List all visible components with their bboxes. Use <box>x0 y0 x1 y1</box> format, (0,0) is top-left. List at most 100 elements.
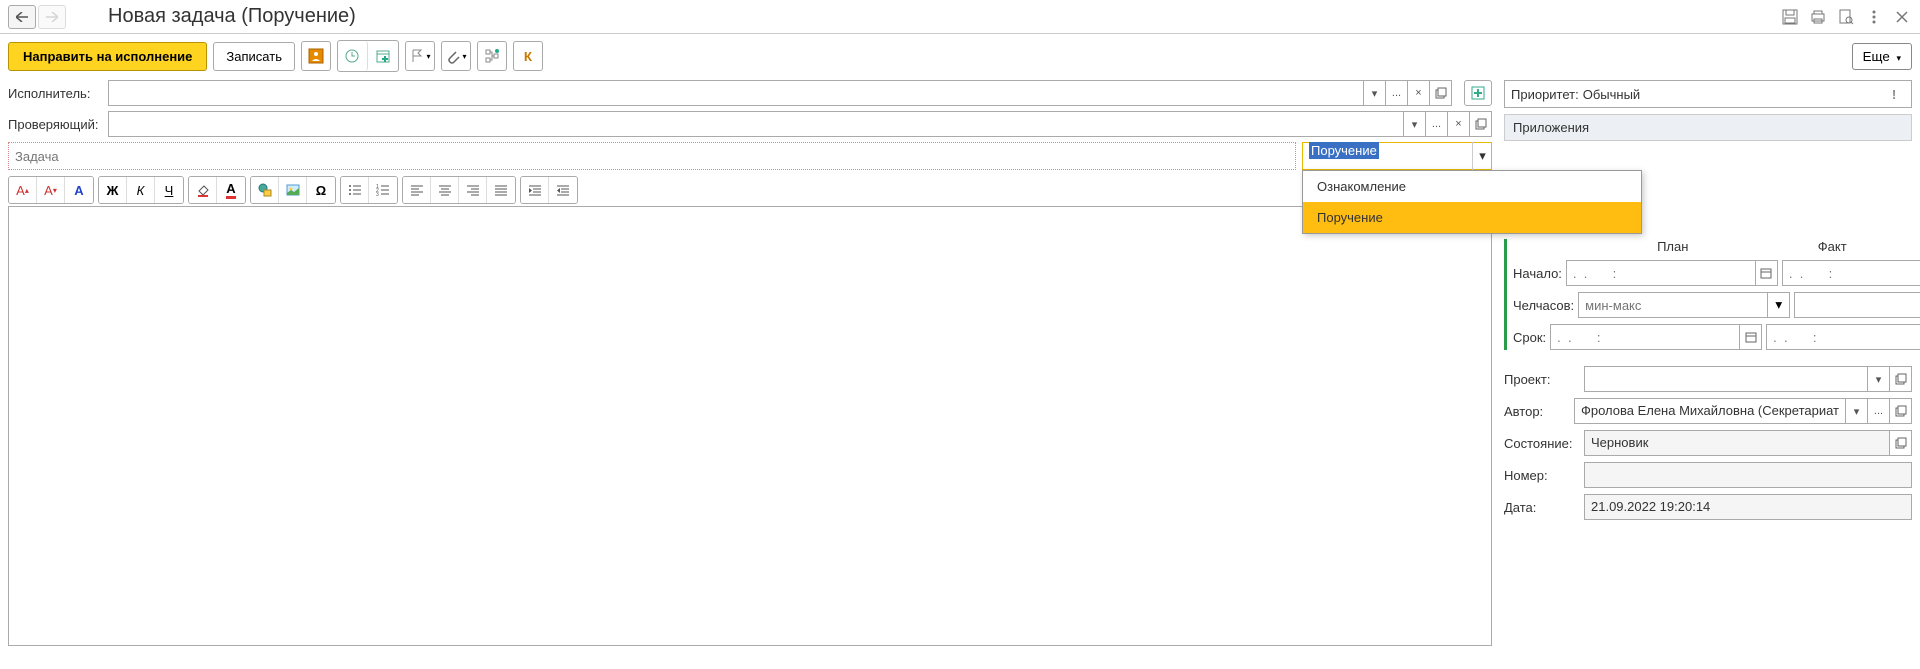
align-left-button[interactable] <box>403 177 431 203</box>
type-input[interactable]: Поручение <box>1302 142 1492 170</box>
hours-plan-input[interactable] <box>1578 292 1768 318</box>
author-dropdown-button[interactable]: ▾ <box>1846 398 1868 424</box>
nav-back-button[interactable] <box>8 5 36 29</box>
executor-open-button[interactable] <box>1430 80 1452 106</box>
outdent-button[interactable] <box>549 177 577 203</box>
italic-button[interactable]: К <box>127 177 155 203</box>
indent-button[interactable] <box>521 177 549 203</box>
hours-plan-dropdown-button[interactable]: ▾ <box>1768 292 1790 318</box>
font-default-button[interactable]: A <box>65 177 93 203</box>
align-center-button[interactable] <box>431 177 459 203</box>
hours-row: Челчасов: ▾ <box>1513 292 1912 318</box>
number-list-button[interactable]: 123 <box>369 177 397 203</box>
state-input: Черновик <box>1584 430 1890 456</box>
author-select-button[interactable]: ... <box>1868 398 1890 424</box>
open-icon <box>1475 118 1487 130</box>
hours-fact-input[interactable] <box>1794 292 1920 318</box>
reviewer-label: Проверяющий: <box>8 117 108 132</box>
executor-input[interactable] <box>108 80 1364 106</box>
save-disk-icon[interactable] <box>1780 7 1800 27</box>
type-dropdown: Ознакомление Поручение <box>1302 170 1642 234</box>
insert-symbol-button[interactable]: Ω <box>307 177 335 203</box>
state-open-button[interactable] <box>1890 430 1912 456</box>
type-option-assignment[interactable]: Поручение <box>1303 202 1641 233</box>
project-label: Проект: <box>1504 372 1584 387</box>
address-book-button[interactable] <box>301 41 331 71</box>
main-toolbar: Направить на исполнение Записать ▾ ▾ К Е… <box>0 34 1920 78</box>
task-input[interactable] <box>8 142 1296 170</box>
author-input[interactable]: Фролова Елена Михайловна (Секретариат <box>1574 398 1846 424</box>
bullet-list-button[interactable] <box>341 177 369 203</box>
tree-button[interactable] <box>477 41 507 71</box>
align-justify-icon <box>494 184 508 196</box>
author-open-button[interactable] <box>1890 398 1912 424</box>
deadline-plan-calendar-button[interactable] <box>1740 324 1762 350</box>
attach-button[interactable]: ▾ <box>441 41 471 71</box>
task-row: Поручение ▾ Ознакомление Поручение <box>8 142 1492 170</box>
arrow-right-icon <box>46 12 58 22</box>
editor-area[interactable] <box>8 206 1492 646</box>
type-select[interactable]: Поручение ▾ Ознакомление Поручение <box>1302 142 1492 170</box>
bullet-list-icon <box>348 183 362 197</box>
start-row: Начало: <box>1513 260 1912 286</box>
search-page-icon[interactable] <box>1836 7 1856 27</box>
print-icon[interactable] <box>1808 7 1828 27</box>
deadline-fact-input[interactable] <box>1766 324 1920 350</box>
open-icon <box>1435 87 1447 99</box>
reviewer-input[interactable] <box>108 111 1404 137</box>
deadline-label: Срок: <box>1513 330 1546 345</box>
attachments-header: Приложения <box>1504 114 1912 141</box>
reviewer-row: Проверяющий: ▾ ... × <box>8 111 1492 137</box>
date-input: 21.09.2022 19:20:14 <box>1584 494 1912 520</box>
close-icon[interactable] <box>1892 7 1912 27</box>
state-label: Состояние: <box>1504 436 1584 451</box>
executor-row: Исполнитель: ▾ ... × <box>8 80 1492 106</box>
page-title: Новая задача (Поручение) <box>108 5 356 28</box>
plan-fact-header: План Факт <box>1513 239 1912 254</box>
reviewer-open-button[interactable] <box>1470 111 1492 137</box>
open-icon <box>1895 405 1907 417</box>
executor-add-button[interactable] <box>1464 80 1492 106</box>
bold-button[interactable]: Ж <box>99 177 127 203</box>
author-label: Автор: <box>1504 404 1574 419</box>
underline-button[interactable]: Ч <box>155 177 183 203</box>
kebab-menu-icon[interactable] <box>1864 7 1884 27</box>
font-decrease-button[interactable]: A▾ <box>37 177 65 203</box>
project-input[interactable] <box>1584 366 1868 392</box>
font-increase-button[interactable]: A▴ <box>9 177 37 203</box>
date-label: Дата: <box>1504 500 1584 515</box>
executor-dropdown-button[interactable]: ▾ <box>1364 80 1386 106</box>
type-option-acquaintance[interactable]: Ознакомление <box>1303 171 1641 202</box>
deadline-plan-input[interactable] <box>1550 324 1740 350</box>
start-fact-input[interactable] <box>1782 260 1920 286</box>
save-button[interactable]: Записать <box>213 42 295 71</box>
number-row: Номер: <box>1504 462 1912 488</box>
align-right-button[interactable] <box>459 177 487 203</box>
start-plan-input[interactable] <box>1566 260 1756 286</box>
start-plan-calendar-button[interactable] <box>1756 260 1778 286</box>
text-color-button[interactable]: A <box>217 177 245 203</box>
executor-clear-button[interactable]: × <box>1408 80 1430 106</box>
reviewer-clear-button[interactable]: × <box>1448 111 1470 137</box>
reviewer-select-button[interactable]: ... <box>1426 111 1448 137</box>
priority-row: Приоритет: Обычный ! <box>1504 80 1912 108</box>
priority-button[interactable]: ! <box>1883 81 1905 107</box>
nav-forward-button[interactable] <box>38 5 66 29</box>
more-button[interactable]: Еще ▾ <box>1852 43 1912 70</box>
insert-link-button[interactable] <box>251 177 279 203</box>
reviewer-dropdown-button[interactable]: ▾ <box>1404 111 1426 137</box>
align-justify-button[interactable] <box>487 177 515 203</box>
clock-button[interactable] <box>338 41 368 71</box>
insert-image-button[interactable] <box>279 177 307 203</box>
executor-select-button[interactable]: ... <box>1386 80 1408 106</box>
plan-header: План <box>1593 239 1753 254</box>
highlight-button[interactable] <box>189 177 217 203</box>
priority-value: Обычный <box>1583 87 1640 102</box>
type-dropdown-button[interactable]: ▾ <box>1472 142 1492 170</box>
calendar-add-button[interactable] <box>368 41 398 71</box>
flag-button[interactable]: ▾ <box>405 41 435 71</box>
project-dropdown-button[interactable]: ▾ <box>1868 366 1890 392</box>
k-button[interactable]: К <box>513 41 543 71</box>
submit-button[interactable]: Направить на исполнение <box>8 42 207 71</box>
project-open-button[interactable] <box>1890 366 1912 392</box>
